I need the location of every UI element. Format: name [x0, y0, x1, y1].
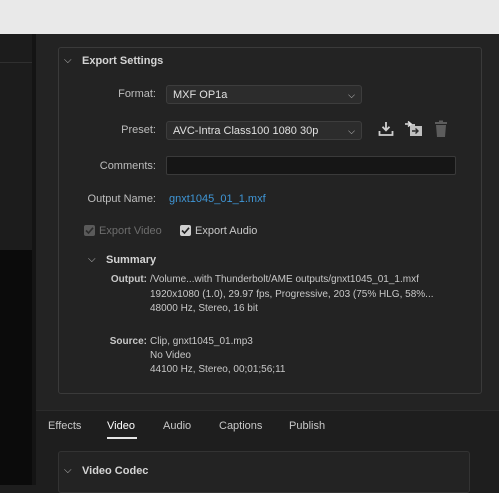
checkbox-export-audio[interactable]: [180, 225, 191, 237]
preset-value: AVC-Intra Class100 1080 30p: [173, 125, 319, 137]
preset-label: Preset:: [121, 124, 156, 136]
save-preset-icon[interactable]: [377, 120, 395, 143]
format-value: MXF OP1a: [173, 89, 228, 101]
chevron-down-icon: ⌵: [348, 126, 355, 136]
tab-effects[interactable]: Effects: [48, 420, 81, 432]
chevron-down-icon: ⌵: [348, 90, 355, 100]
export-audio-label: Export Audio: [195, 224, 258, 237]
summary-output-label: Output:: [110, 274, 147, 285]
trash-icon[interactable]: [433, 120, 449, 143]
format-label: Format:: [118, 88, 156, 100]
comments-label: Comments:: [99, 160, 156, 172]
summary-output-audio: 48000 Hz, Stereo, 16 bit: [150, 303, 258, 314]
summary-source-audio: 44100 Hz, Stereo, 00;01;56;11: [150, 364, 286, 375]
export-video-label: Export Video: [99, 224, 162, 237]
chevron-down-icon[interactable]: ⌵: [88, 254, 96, 265]
settings-tabs: Effects Video Audio Captions Publish: [36, 410, 499, 440]
source-preview: [0, 250, 32, 485]
title-bar: [0, 0, 499, 35]
import-preset-icon[interactable]: [404, 120, 424, 143]
video-codec-title[interactable]: Video Codec: [82, 465, 148, 477]
export-audio-checkbox[interactable]: Export Audio: [180, 222, 257, 240]
tab-audio[interactable]: Audio: [163, 420, 191, 432]
tab-publish[interactable]: Publish: [289, 420, 325, 432]
source-panel-divider: [0, 62, 32, 63]
checkbox-export-video[interactable]: [84, 225, 95, 237]
summary-output-video: 1920x1080 (1.0), 29.97 fps, Progressive,…: [150, 289, 434, 300]
comments-field[interactable]: [166, 156, 456, 175]
export-settings-title[interactable]: Export Settings: [82, 55, 163, 67]
summary-source-clip: Clip, gnxt1045_01.mp3: [150, 336, 253, 347]
tab-captions[interactable]: Captions: [219, 420, 262, 432]
format-select[interactable]: MXF OP1a ⌵: [166, 85, 362, 104]
summary-title[interactable]: Summary: [106, 254, 156, 266]
export-video-checkbox[interactable]: Export Video: [84, 222, 162, 240]
summary-source-video: No Video: [150, 350, 191, 361]
tab-video[interactable]: Video: [107, 420, 135, 432]
output-name-label: Output Name:: [87, 193, 156, 205]
chevron-down-icon[interactable]: ⌵: [64, 465, 72, 476]
output-name-link[interactable]: gnxt1045_01_1.mxf: [169, 193, 266, 205]
chevron-down-icon[interactable]: ⌵: [64, 55, 72, 66]
preset-select[interactable]: AVC-Intra Class100 1080 30p ⌵: [166, 121, 362, 140]
summary-source-label: Source:: [109, 336, 147, 347]
summary-output-path: /Volume...with Thunderbolt/AME outputs/g…: [150, 274, 419, 285]
